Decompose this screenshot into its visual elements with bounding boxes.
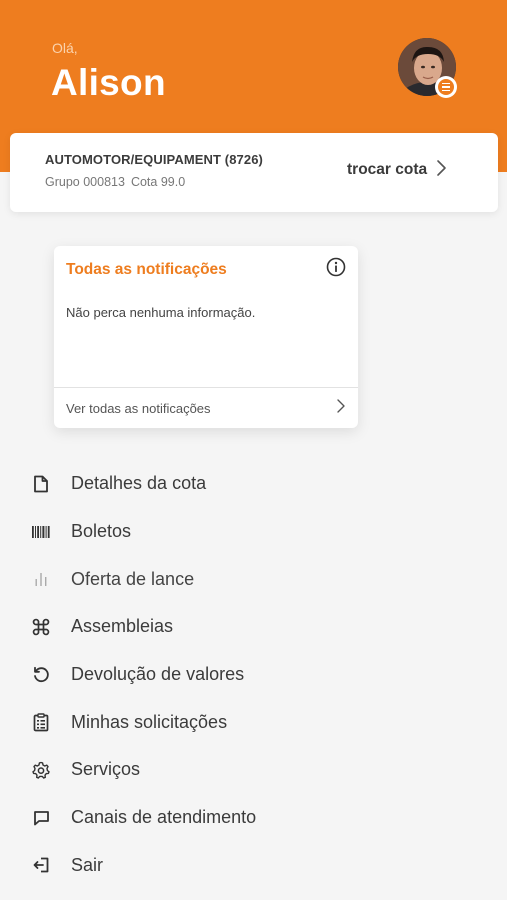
greeting: Olá,: [52, 40, 78, 56]
bar-chart-icon: [30, 568, 52, 590]
menu-item-minhas-solicitacoes[interactable]: Minhas solicitações: [0, 698, 507, 746]
menu-item-devolucao-de-valores[interactable]: Devolução de valores: [0, 651, 507, 699]
switch-quota-label: trocar cota: [347, 161, 428, 178]
notifications-card: Todas as notificações Não perca nenhuma …: [54, 246, 358, 428]
menu-icon: [438, 79, 454, 95]
menu-item-label: Minhas solicitações: [71, 711, 228, 732]
menu-item-label: Serviços: [71, 759, 141, 780]
menu-item-boletos[interactable]: Boletos: [0, 508, 507, 556]
menu-item-canais-de-atendimento[interactable]: Canais de atendimento: [0, 794, 507, 842]
quota-card: AUTOMOTOR/EQUIPAMENT (8726) Grupo 000813…: [10, 133, 498, 212]
see-all-notifications-label: Ver todas as notificações: [66, 400, 211, 416]
quota-details: Grupo 000813 Cota 99.0: [45, 175, 185, 189]
menu-item-label: Sair: [71, 854, 104, 875]
menu-badge[interactable]: [435, 76, 457, 98]
menu-item-detalhes-da-cota[interactable]: Detalhes da cota: [0, 460, 507, 508]
chevron-right-icon: [336, 398, 346, 419]
command-icon: [30, 616, 52, 638]
menu-item-servicos[interactable]: Serviços: [0, 746, 507, 794]
group-number: Grupo 000813: [45, 175, 125, 189]
switch-quota-button[interactable]: trocar cota: [347, 157, 447, 183]
see-all-notifications-link[interactable]: Ver todas as notificações: [54, 388, 358, 428]
barcode-icon: [30, 521, 52, 543]
chat-icon: [30, 807, 52, 829]
quota-number: Cota 99.0: [130, 175, 186, 189]
notifications-message: Não perca nenhuma informação.: [66, 305, 256, 320]
gear-icon: [30, 759, 52, 781]
quota-title: AUTOMOTOR/EQUIPAMENT (8726): [45, 152, 263, 167]
document-icon: [30, 473, 52, 495]
menu-item-sair[interactable]: Sair: [0, 842, 507, 890]
menu-item-label: Assembleias: [71, 616, 174, 637]
menu-item-label: Boletos: [71, 521, 132, 542]
menu-item-label: Devolução de valores: [71, 664, 245, 685]
menu-item-label: Oferta de lance: [71, 568, 195, 589]
menu-item-oferta-de-lance[interactable]: Oferta de lance: [0, 555, 507, 603]
logout-icon: [30, 854, 52, 876]
menu-item-label: Canais de atendimento: [71, 807, 257, 828]
info-icon[interactable]: [326, 257, 346, 277]
notifications-title: Todas as notificações: [66, 261, 227, 278]
main-menu: Detalhes da cota Boletos Oferta de lance…: [0, 460, 507, 889]
user-name: Alison: [51, 62, 166, 103]
clipboard-icon: [30, 711, 52, 733]
undo-icon: [30, 664, 52, 686]
chevron-right-icon: [435, 159, 447, 182]
menu-item-label: Detalhes da cota: [71, 473, 207, 494]
menu-item-assembleias[interactable]: Assembleias: [0, 603, 507, 651]
avatar[interactable]: [398, 38, 457, 98]
